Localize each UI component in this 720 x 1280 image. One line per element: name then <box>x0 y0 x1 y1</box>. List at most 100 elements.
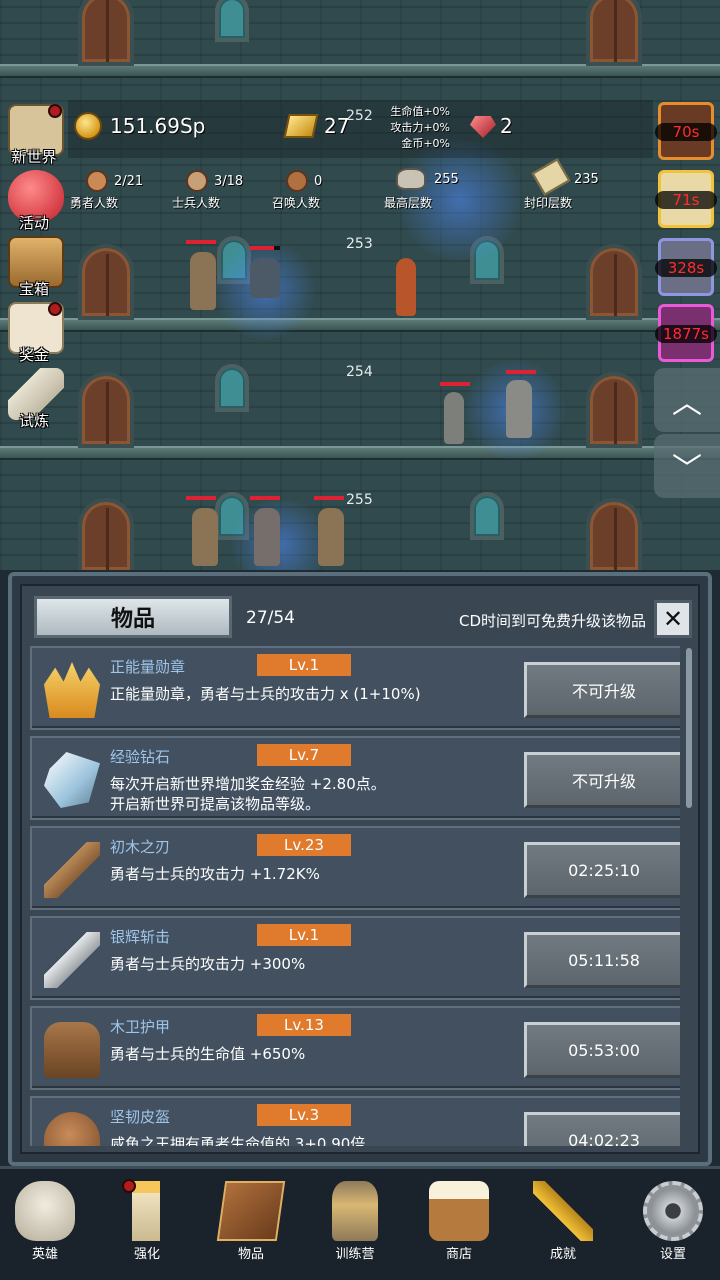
list-item: 银辉斩击 Lv.1 勇者与士兵的攻击力 +300% 05:11:58 <box>30 916 680 1000</box>
coin-buff: 金币+0% <box>401 137 450 150</box>
item-count: 27/54 <box>246 608 295 628</box>
menu-label: 新世界 <box>11 148 57 166</box>
enemy-hp-bar <box>506 370 536 374</box>
item-desc-line: 勇者与士兵的生命值 +650% <box>110 1045 306 1063</box>
chevron-up-icon: ︿ <box>672 386 702 421</box>
buff-candle[interactable]: 71s <box>655 170 717 228</box>
menu-new-world[interactable]: 新世界 <box>4 104 70 170</box>
close-button[interactable]: ✕ <box>654 600 692 638</box>
buff-timer: 70s <box>655 123 717 141</box>
buff-potion[interactable]: 1877s <box>655 304 717 362</box>
item-desc: 勇者与士兵的生命值 +650% <box>110 1044 305 1064</box>
item-name: 坚韧皮盔 <box>110 1108 171 1126</box>
beer-icon <box>429 1181 489 1241</box>
crown-icon <box>44 662 100 718</box>
nav-label: 商店 <box>445 1247 472 1262</box>
chevron-down-icon: ﹀ <box>672 452 702 487</box>
candle-icon <box>132 1181 160 1241</box>
enemy-hp-bar <box>440 382 470 386</box>
door <box>586 498 642 570</box>
zombie-enemy <box>444 392 464 444</box>
level-badge: Lv.1 <box>257 654 351 676</box>
coin-count: 151.69Sp <box>110 114 206 138</box>
nav-settings[interactable]: 设置 <box>630 1175 716 1275</box>
sealed-floor-label: 封印层数 <box>524 196 573 210</box>
hero-head-icon <box>86 170 108 192</box>
item-desc: 正能量勋章，勇者与士兵的攻击力 x (1+10%) <box>110 684 421 704</box>
window <box>215 364 249 412</box>
menu-label: 奖金 <box>18 346 49 364</box>
max-floor-label: 最高层数 <box>384 196 433 210</box>
nav-achievements[interactable]: 成就 <box>520 1175 606 1275</box>
door <box>586 244 642 320</box>
silver-sword-icon <box>44 932 100 988</box>
stone-icon <box>396 168 426 190</box>
gem-count: 2 <box>500 114 513 138</box>
item-name: 木卫护甲 <box>110 1018 171 1036</box>
level-badge: Lv.13 <box>257 1014 351 1036</box>
close-icon: ✕ <box>662 605 684 633</box>
panel-title: 物品 <box>34 596 232 638</box>
menu-label: 宝箱 <box>18 280 49 298</box>
buff-timer: 328s <box>655 259 717 277</box>
skeleton-mage-enemy <box>254 508 280 566</box>
item-desc-line: 每次开启新世界增加奖金经验 +2.80点。 <box>110 775 386 793</box>
scroll-down-button[interactable]: ﹀ <box>654 434 720 498</box>
nav-heroes[interactable]: 英雄 <box>2 1175 88 1275</box>
floor-ledge <box>0 446 720 460</box>
buff-summary: 生命值+0% 攻击力+0% 金币+0% <box>380 104 450 152</box>
list-scrollbar[interactable] <box>686 648 692 808</box>
window <box>215 0 249 42</box>
upgrade-button[interactable]: 04:02:23 <box>524 1112 680 1146</box>
level-badge: Lv.1 <box>257 924 351 946</box>
nav-label: 成就 <box>549 1247 576 1262</box>
buff-meat[interactable]: 70s <box>655 102 717 160</box>
upgrade-button[interactable]: 05:53:00 <box>524 1022 680 1078</box>
item-desc-line: 咸鱼之王拥有勇者生命值的 3+0.90倍 <box>110 1135 366 1146</box>
nav-label: 物品 <box>237 1247 264 1262</box>
enemy-hp-bar <box>186 240 216 244</box>
summon-count: 0 <box>314 174 323 189</box>
notification-dot <box>122 1179 136 1193</box>
item-desc: 勇者与士兵的攻击力 +1.72K% <box>110 864 320 884</box>
nav-enhance[interactable]: 强化 <box>104 1175 190 1275</box>
skeleton-enemy <box>318 508 344 566</box>
nav-items[interactable]: 物品 <box>208 1175 294 1275</box>
list-item: 正能量勋章 Lv.1 正能量勋章，勇者与士兵的攻击力 x (1+10%) 不可升… <box>30 646 680 730</box>
skeleton-enemy <box>190 252 216 310</box>
current-floor: 252 <box>346 108 373 124</box>
notification-dot <box>48 104 62 118</box>
bottom-nav: 英雄 强化 物品 训练营 商店 成就 设置 <box>0 1166 720 1280</box>
skeleton-mage-enemy <box>506 380 532 438</box>
enemy-hp-bar <box>250 496 280 500</box>
door <box>586 0 642 66</box>
floor-number: 254 <box>346 364 373 380</box>
menu-bonus[interactable]: 奖金 <box>4 302 70 368</box>
cd-hint: CD时间到可免费升级该物品 <box>458 612 646 630</box>
sealed-floor-value: 235 <box>574 172 599 187</box>
list-item: 木卫护甲 Lv.13 勇者与士兵的生命值 +650% 05:53:00 <box>30 1006 680 1090</box>
nav-shop[interactable]: 商店 <box>416 1175 502 1275</box>
game-scene: 253 254 255 <box>0 0 720 570</box>
upgrade-button[interactable]: 不可升级 <box>524 662 680 718</box>
door <box>78 498 134 570</box>
scroll-up-button[interactable]: ︿ <box>654 368 720 432</box>
book-icon <box>216 1181 286 1241</box>
menu-activity[interactable]: 活动 <box>4 170 70 236</box>
hero-count: 2/21 <box>114 174 144 189</box>
notification-dot <box>48 302 62 316</box>
level-badge: Lv.23 <box>257 834 351 856</box>
skeleton-enemy <box>192 508 218 566</box>
menu-trial[interactable]: 试炼 <box>4 368 70 434</box>
upgrade-button[interactable]: 不可升级 <box>524 752 680 808</box>
item-desc-line: 勇者与士兵的攻击力 +300% <box>110 955 306 973</box>
items-panel-inner: 物品 27/54 CD时间到可免费升级该物品 ✕ 正能量勋章 Lv.1 正能量勋… <box>20 584 700 1154</box>
buff-timer: 71s <box>655 191 717 209</box>
upgrade-button[interactable]: 02:25:10 <box>524 842 680 898</box>
nav-training[interactable]: 训练营 <box>312 1175 398 1275</box>
menu-chest[interactable]: 宝箱 <box>4 236 70 302</box>
buff-scroll[interactable]: 328s <box>655 238 717 296</box>
door <box>78 0 134 66</box>
item-desc-line: 勇者与士兵的攻击力 +1.72K% <box>110 865 320 883</box>
upgrade-button[interactable]: 05:11:58 <box>524 932 680 988</box>
